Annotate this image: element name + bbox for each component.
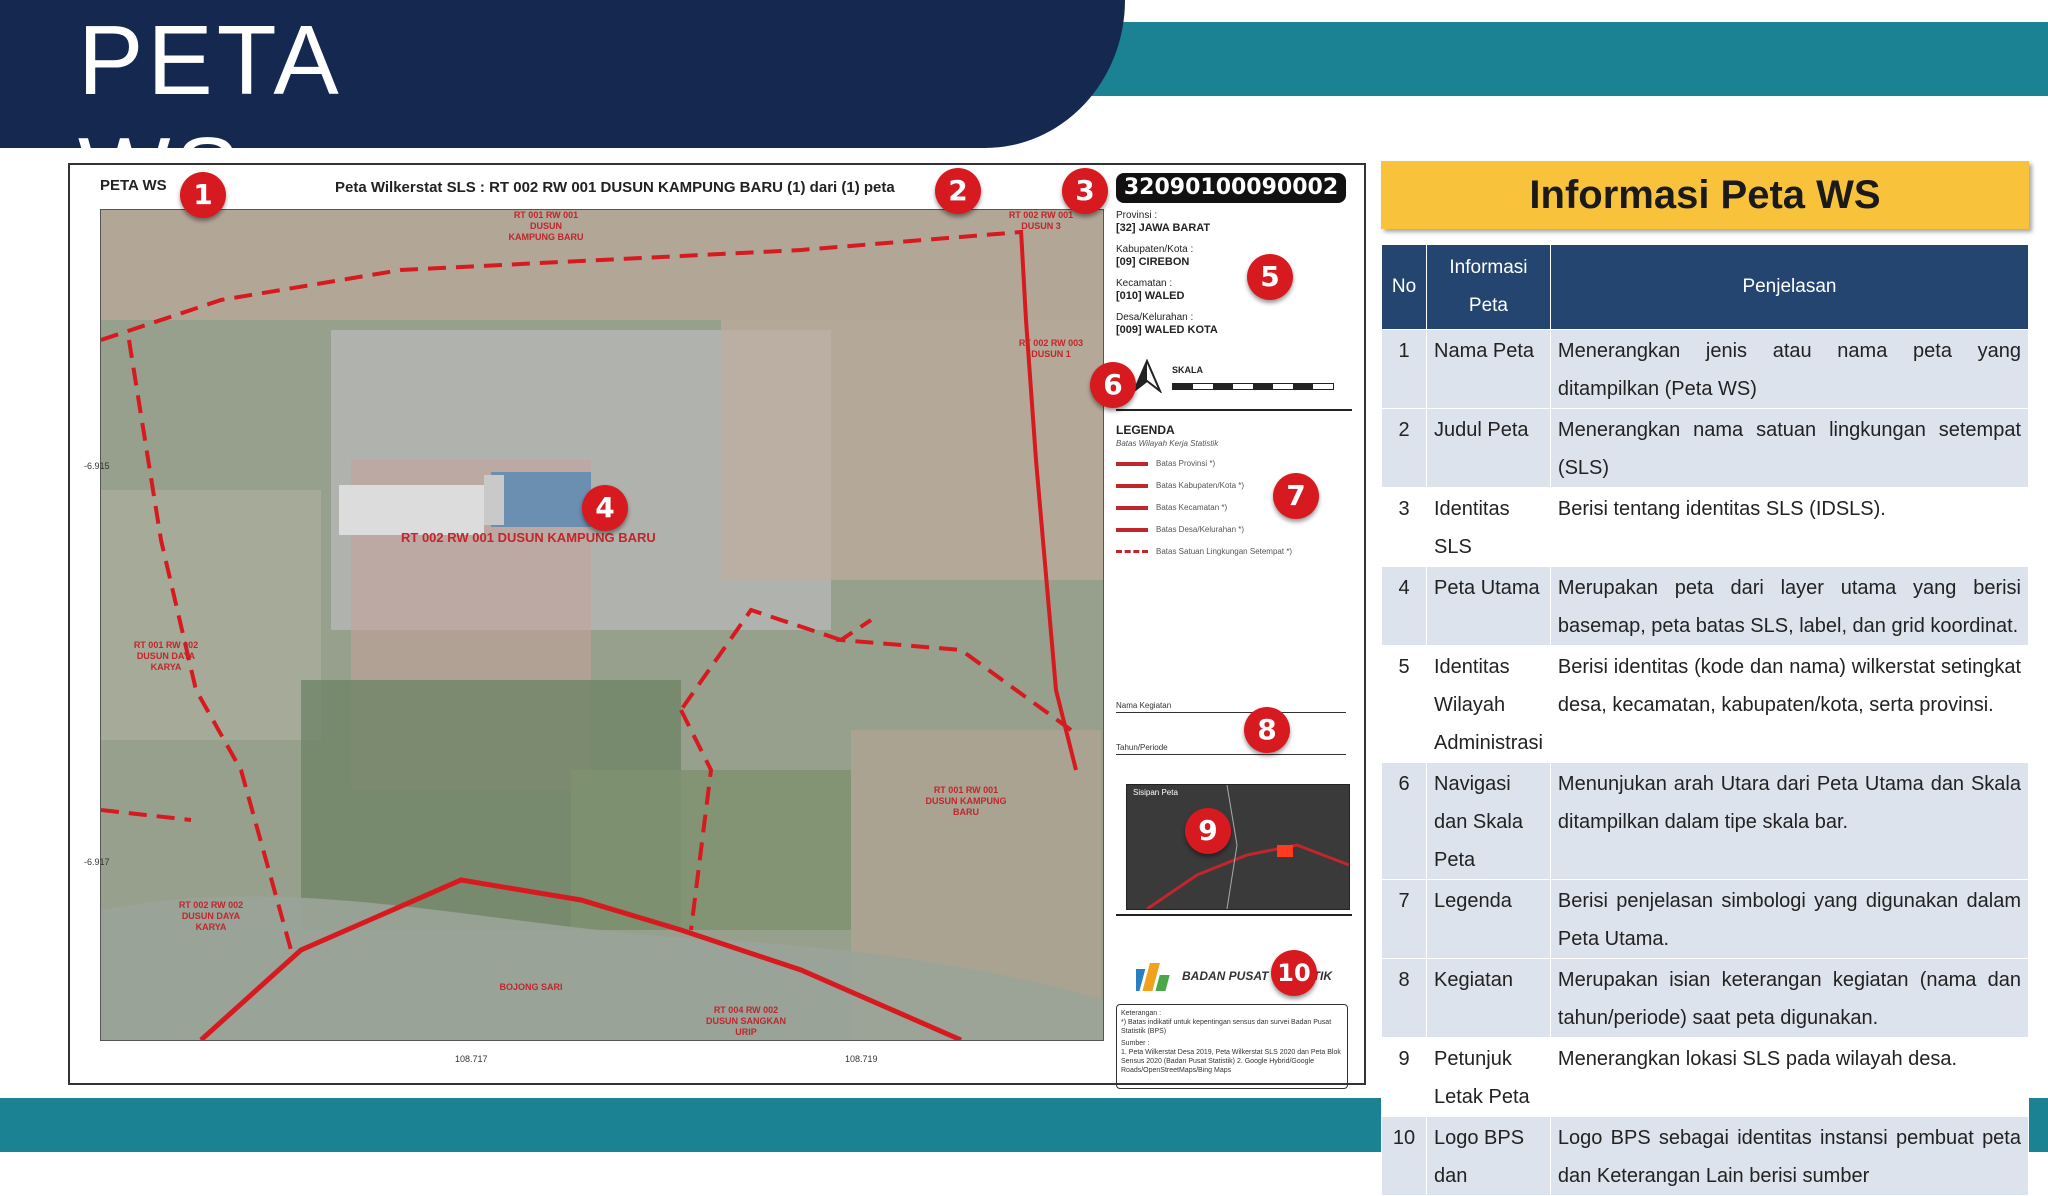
legend-subtitle: Batas Wilayah Kerja Statistik (1116, 439, 1219, 448)
legend-item: Batas Kecamatan *) (1116, 503, 1227, 512)
cell-desc: Berisi penjelasan simbologi yang digunak… (1549, 879, 2030, 959)
cell-no: 5 (1381, 645, 1427, 763)
legend-item: Batas Satuan Lingkungan Setempat *) (1116, 547, 1292, 556)
divider (1116, 914, 1352, 916)
map-area-label: RT 002 RW 002 DUSUN DAYA KARYA (178, 900, 244, 932)
map-area-label: RT 001 RW 002 DUSUN DAYA KARYA (133, 640, 199, 672)
table-row: 2 Judul Peta Menerangkan nama satuan lin… (1381, 408, 2030, 488)
map-area-label: RT 004 RW 002 DUSUN SANGKAN URIP (705, 1005, 786, 1037)
marker-5-badge: 5 (1247, 254, 1293, 300)
cell-no: 6 (1381, 762, 1427, 880)
legend-item: Batas Provinsi *) (1116, 459, 1215, 468)
cell-info: Navigasi dan Skala Peta (1426, 762, 1551, 880)
marker-2-badge: 2 (935, 168, 981, 214)
map-main-view: RT 002 RW 001 DUSUN KAMPUNG BARU RT 001 … (100, 209, 1104, 1041)
cell-info: Judul Peta (1426, 408, 1551, 488)
cell-info: Petunjuk Letak Peta (1426, 1037, 1551, 1117)
marker-10-badge: 10 (1271, 950, 1317, 996)
cell-desc: Merupakan peta dari layer utama yang ber… (1549, 566, 2030, 646)
tahun-periode-field: Tahun/Periode (1116, 743, 1346, 755)
map-area-label: BOJONG SARI (499, 982, 563, 992)
cell-desc: Menunjukan arah Utara dari Peta Utama da… (1549, 762, 2030, 880)
map-name-label: PETA WS (100, 177, 167, 194)
map-area-label: RT 002 RW 001 DUSUN 3 (1008, 210, 1074, 231)
divider (1116, 409, 1352, 411)
table-row: 8 Kegiatan Merupakan isian keterangan ke… (1381, 958, 2030, 1038)
coordinate-label: 108.719 (845, 1054, 878, 1064)
col-header-no: No (1381, 244, 1427, 330)
cell-desc: Menerangkan nama satuan lingkungan setem… (1549, 408, 2030, 488)
scale-label: SKALA (1172, 365, 1203, 375)
table-row: 9 Petunjuk Letak Peta Menerangkan lokasi… (1381, 1037, 2030, 1117)
cell-no: 3 (1381, 487, 1427, 567)
col-header-info: Informasi Peta (1426, 244, 1551, 330)
coordinate-label: -6.915 (84, 461, 110, 471)
marker-4-badge: 4 (582, 485, 628, 531)
cell-no: 10 (1381, 1116, 1427, 1196)
cell-desc: Berisi tentang identitas SLS (IDSLS). (1549, 487, 2030, 567)
cell-info: Identitas Wilayah Administrasi (1426, 645, 1551, 763)
map-area-label: RT 002 RW 003 DUSUN 1 (1018, 338, 1084, 359)
north-arrow-icon (1131, 358, 1163, 398)
info-table: No Informasi Peta Penjelasan 1 Nama Peta… (1381, 244, 2030, 1196)
cell-info: Nama Peta (1426, 329, 1551, 409)
scale-bar (1172, 383, 1334, 390)
cell-desc: Menerangkan lokasi SLS pada wilayah desa… (1549, 1037, 2030, 1117)
map-top-strip: PETA WS Peta Wilkerstat SLS : RT 002 RW … (70, 165, 1364, 207)
legend-title: LEGENDA (1116, 423, 1175, 437)
marker-1-badge: 1 (180, 172, 226, 218)
cell-info: Identitas SLS (1426, 487, 1551, 567)
table-row: 1 Nama Peta Menerangkan jenis atau nama … (1381, 329, 2030, 409)
map-main-area-label: RT 002 RW 001 DUSUN KAMPUNG BARU (401, 530, 656, 545)
marker-3-badge: 3 (1062, 168, 1108, 214)
cell-desc: Berisi identitas (kode dan nama) wilkers… (1549, 645, 2030, 763)
map-basemap (101, 210, 1103, 1040)
map-judul-label: Peta Wilkerstat SLS : RT 002 RW 001 DUSU… (335, 179, 895, 196)
legend-item: Batas Kabupaten/Kota *) (1116, 481, 1244, 490)
cell-no: 2 (1381, 408, 1427, 488)
marker-8-badge: 8 (1244, 707, 1290, 753)
cell-no: 1 (1381, 329, 1427, 409)
marker-7-badge: 7 (1273, 473, 1319, 519)
idsls-badge: 32090100090002 (1116, 173, 1346, 203)
table-row: 7 Legenda Berisi penjelasan simbologi ya… (1381, 879, 2030, 959)
cell-info: Logo BPS dan (1426, 1116, 1551, 1196)
cell-desc: Merupakan isian keterangan kegiatan (nam… (1549, 958, 2030, 1038)
table-header-row: No Informasi Peta Penjelasan (1381, 244, 2030, 330)
map-area-label: RT 001 RW 001 DUSUN KAMPUNG BARU (925, 785, 1007, 817)
marker-9-badge: 9 (1185, 808, 1231, 854)
info-table-title: Informasi Peta WS (1381, 161, 2029, 229)
admin-identity: Provinsi : [32] JAWA BARAT Kabupaten/Kot… (1116, 210, 1218, 336)
coordinate-label: -6.917 (84, 857, 110, 867)
cell-info: Legenda (1426, 879, 1551, 959)
table-row: 10 Logo BPS dan Logo BPS sebagai identit… (1381, 1116, 2030, 1196)
map-area-label: RT 001 RW 001 DUSUN KAMPUNG BARU (508, 210, 584, 242)
table-row: 5 Identitas Wilayah Administrasi Berisi … (1381, 645, 2030, 763)
cell-desc: Logo BPS sebagai identitas instansi pemb… (1549, 1116, 2030, 1196)
legend-item: Batas Desa/Kelurahan *) (1116, 525, 1244, 534)
cell-desc: Menerangkan jenis atau nama peta yang di… (1549, 329, 2030, 409)
table-row: 3 Identitas SLS Berisi tentang identitas… (1381, 487, 2030, 567)
cell-no: 4 (1381, 566, 1427, 646)
nama-kegiatan-field: Nama Kegiatan (1116, 701, 1346, 713)
cell-no: 9 (1381, 1037, 1427, 1117)
col-header-desc: Penjelasan (1549, 244, 2030, 330)
marker-6-badge: 6 (1090, 362, 1136, 408)
keterangan-box: Keterangan : *) Batas indikatif untuk ke… (1116, 1004, 1348, 1089)
table-row: 4 Peta Utama Merupakan peta dari layer u… (1381, 566, 2030, 646)
cell-info: Peta Utama (1426, 566, 1551, 646)
map-ws-figure: PETA WS Peta Wilkerstat SLS : RT 002 RW … (68, 163, 1366, 1089)
cell-no: 8 (1381, 958, 1427, 1038)
coordinate-label: 108.717 (455, 1054, 488, 1064)
bps-logo-icon (1136, 963, 1170, 991)
cell-info: Kegiatan (1426, 958, 1551, 1038)
header-teal-band (1000, 22, 2048, 96)
cell-no: 7 (1381, 879, 1427, 959)
table-row: 6 Navigasi dan Skala Peta Menunjukan ara… (1381, 762, 2030, 880)
inset-map: Sisipan Peta (1126, 784, 1350, 910)
